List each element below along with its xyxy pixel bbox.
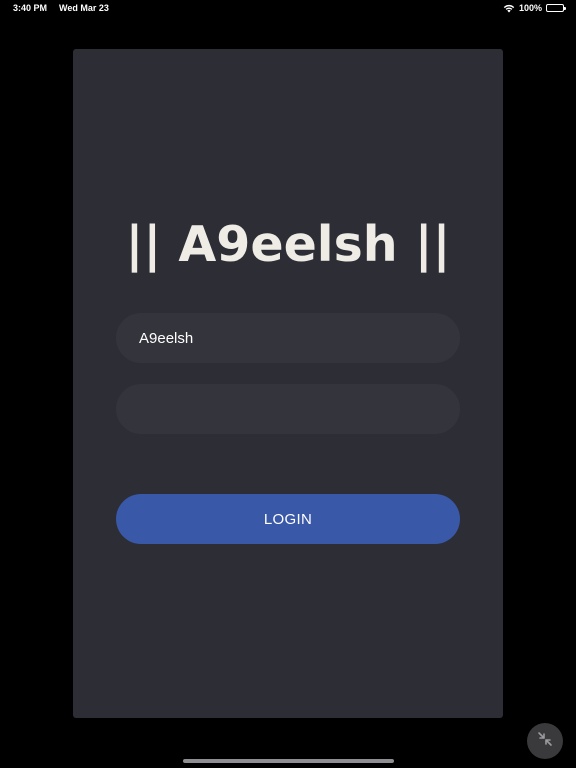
status-time: 3:40 PM: [13, 3, 48, 13]
status-indicators: 100%: [503, 3, 566, 13]
status-bar: 3:40 PM Wed Mar 23 100%: [0, 0, 576, 18]
collapse-arrows-icon: [535, 729, 555, 754]
app-title: || A9eelsh ||: [125, 216, 451, 273]
status-date: Wed Mar 23: [59, 3, 109, 13]
login-button[interactable]: LOGIN: [116, 494, 460, 544]
home-indicator: [183, 759, 394, 763]
wifi-icon: [503, 4, 515, 13]
collapse-button[interactable]: [527, 723, 563, 759]
battery-percent: 100%: [518, 3, 542, 13]
battery-icon: [546, 4, 566, 12]
username-input[interactable]: [116, 313, 460, 363]
password-input[interactable]: [116, 384, 460, 434]
